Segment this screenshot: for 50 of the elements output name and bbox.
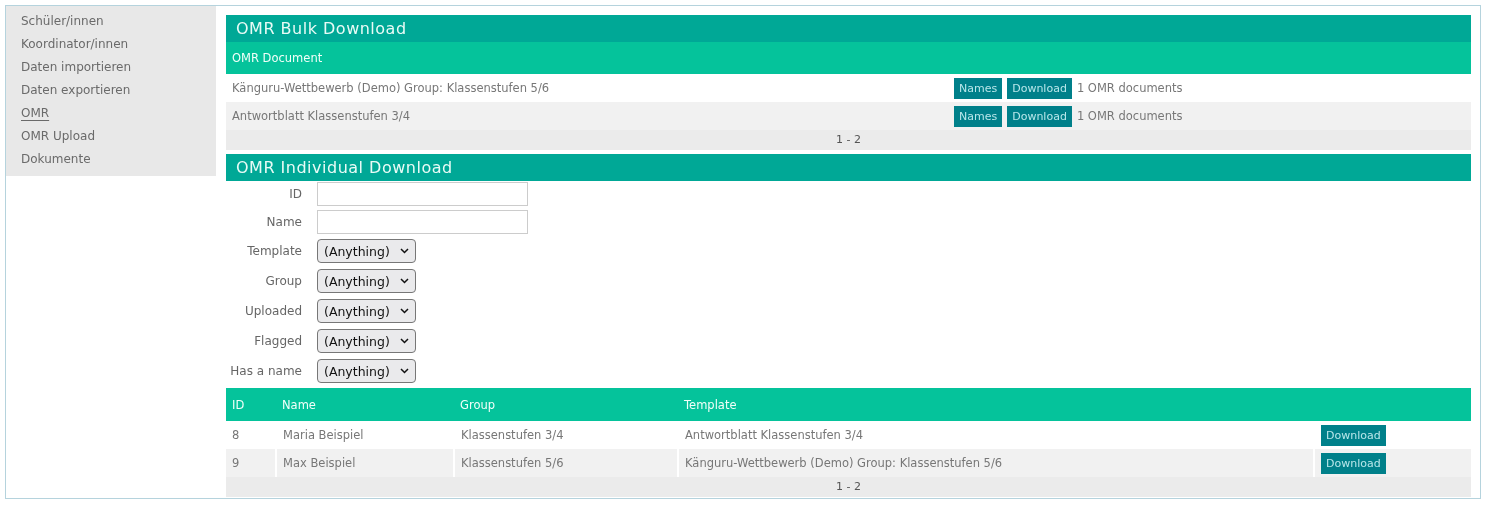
table-cell: Klassenstufen 5/6 [454,449,678,477]
filter-label: Group [265,274,302,288]
sidebar-item[interactable]: Koordinator/innen [21,34,129,57]
table-cell: Max Beispiel [276,449,454,477]
chevron-icon [399,338,409,344]
sidebar-item[interactable]: Schüler/innen [21,11,104,34]
document-count: 1 OMR documents [1076,81,1183,95]
filter-label: Uploaded [244,304,302,318]
filter-label: Has a name [230,364,302,378]
download-button[interactable]: Download [1007,105,1072,127]
filter-label: Name [266,215,302,229]
section-title: OMR Bulk Download [226,15,1471,42]
column-header: Group [454,388,678,421]
chevron-icon [399,248,409,254]
download-button[interactable]: Download [1321,424,1386,446]
names-button[interactable]: Names [954,77,1003,99]
column-header: Template [678,388,1314,421]
table-cell: Känguru-Wettbewerb (Demo) Group: Klassenstufen 5/6 [678,449,1314,477]
dropdown[interactable]: (Anything) [317,269,416,293]
download-button[interactable]: Download [1321,452,1386,474]
dropdown[interactable]: (Anything) [317,299,416,323]
filter-label: Flagged [254,334,302,348]
column-header: OMR Document [226,42,1471,74]
document-count: 1 OMR documents [1076,109,1183,123]
sidebar-item[interactable]: Daten importieren [21,57,132,80]
table-cell: 8 [226,421,276,449]
input-field[interactable] [317,182,528,206]
sidebar-item[interactable]: Daten exportieren [21,80,131,103]
dropdown[interactable]: (Anything) [317,329,416,353]
column-header: ID [226,388,276,421]
document-name: Känguru-Wettbewerb (Demo) Group: Klassenstufen 5/6 [231,81,551,95]
sidebar-item[interactable]: Dokumente [21,149,91,172]
chevron-icon [399,368,409,374]
filter-label: ID [289,187,302,201]
pagination-range: 1 - 2 [836,132,861,148]
names-button[interactable]: Names [954,105,1003,127]
filter-label: Template [247,244,302,258]
document-name: Antwortblatt Klassenstufen 3/4 [231,109,412,123]
input-field[interactable] [317,210,528,234]
pagination-range: 1 - 2 [836,479,861,495]
dropdown[interactable]: (Anything) [317,239,416,263]
chevron-icon [399,308,409,314]
sidebar-item[interactable]: OMR Upload [21,126,95,149]
dropdown[interactable]: (Anything) [317,359,416,383]
sidebar-item[interactable]: OMR [21,103,50,126]
download-button[interactable]: Download [1007,77,1072,99]
column-header: Name [276,388,454,421]
chevron-icon [399,278,409,284]
table-cell: 9 [226,449,276,477]
section-title: OMR Individual Download [226,154,1471,181]
